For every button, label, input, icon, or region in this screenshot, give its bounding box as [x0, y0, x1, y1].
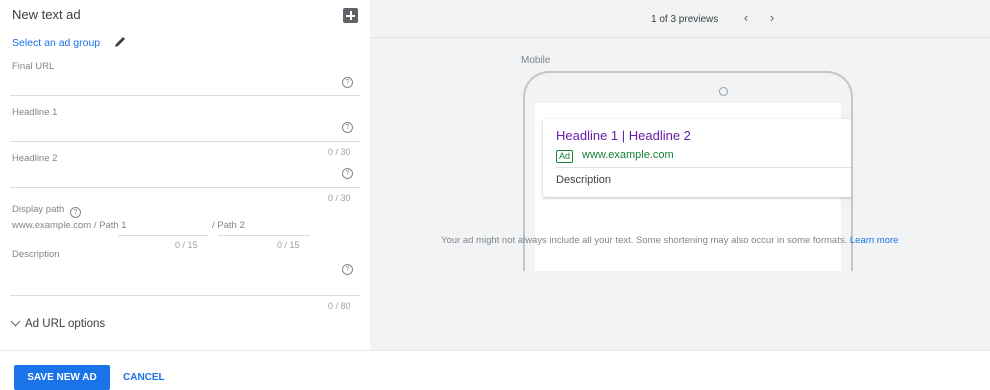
headline1-underline	[10, 141, 360, 142]
description-counter: 0 / 80	[328, 301, 351, 311]
headline1-input[interactable]	[10, 120, 330, 138]
pencil-icon[interactable]	[113, 36, 129, 48]
headline2-label: Headline 2	[12, 153, 58, 164]
cancel-button[interactable]: CANCEL	[123, 372, 165, 383]
description-input[interactable]	[10, 262, 330, 280]
help-icon[interactable]: ?	[69, 207, 81, 218]
path1-counter: 0 / 15	[175, 240, 198, 250]
ad-display-url: www.example.com	[582, 149, 674, 161]
help-icon[interactable]: ?	[342, 77, 353, 88]
chevron-right-icon[interactable]: ›	[764, 10, 780, 26]
collapse-icon[interactable]	[343, 8, 358, 23]
preview-count: 1 of 3 previews	[651, 14, 719, 25]
headline2-underline	[10, 187, 360, 188]
headline1-label: Headline 1	[12, 107, 58, 118]
display-path-path2[interactable]: / Path 2	[212, 220, 245, 231]
chevron-left-icon[interactable]: ‹	[738, 10, 754, 26]
help-icon[interactable]: ?	[342, 168, 353, 179]
path2-underline	[218, 235, 310, 236]
ad-preview-panel: 1 of 3 previews ‹ › Mobile Headline 1 | …	[370, 0, 990, 350]
final-url-label: Final URL	[12, 61, 55, 72]
headline2-input[interactable]	[10, 166, 330, 184]
help-icon[interactable]: ?	[342, 122, 353, 133]
path2-counter: 0 / 15	[277, 240, 300, 250]
save-new-ad-button[interactable]: SAVE NEW AD	[14, 365, 110, 390]
final-url-input[interactable]	[10, 74, 330, 92]
disclaimer-text: Your ad might not always include all you…	[441, 235, 848, 246]
new-text-ad-editor: New text ad Select an ad group Final URL…	[0, 0, 990, 390]
description-label: Description	[12, 249, 60, 260]
display-path-label: Display path ?	[12, 204, 81, 218]
display-path-label-text: Display path	[12, 204, 65, 215]
description-underline	[10, 295, 360, 296]
ad-url-options-label: Ad URL options	[25, 318, 106, 330]
ad-url-options-toggle[interactable]: Ad URL options	[10, 316, 106, 330]
display-path-base[interactable]: www.example.com / Path 1	[12, 220, 127, 231]
headline1-counter: 0 / 30	[328, 147, 351, 157]
headline2-counter: 0 / 30	[328, 193, 351, 203]
phone-camera	[719, 87, 728, 96]
ad-description: Description	[556, 174, 612, 186]
select-ad-group-link[interactable]: Select an ad group	[12, 37, 100, 49]
path1-underline	[118, 235, 208, 236]
ad-headline: Headline 1 | Headline 2	[556, 128, 691, 143]
ad-divider	[556, 167, 851, 168]
final-url-underline	[10, 95, 360, 96]
preview-toolbar: 1 of 3 previews ‹ ›	[370, 0, 990, 38]
learn-more-link[interactable]: Learn more	[850, 235, 899, 246]
help-icon[interactable]: ?	[342, 264, 353, 275]
ad-badge: Ad	[556, 150, 574, 163]
panel-title: New text ad	[12, 7, 81, 22]
ad-preview-card: Headline 1 | Headline 2 i Ad www.example…	[543, 119, 851, 197]
preview-disclaimer: Your ad might not always include all you…	[441, 235, 898, 246]
ad-form-panel: New text ad Select an ad group Final URL…	[0, 0, 370, 350]
form-footer: SAVE NEW AD CANCEL	[0, 350, 990, 390]
device-label: Mobile	[521, 55, 551, 66]
chevron-down-icon	[10, 316, 21, 327]
